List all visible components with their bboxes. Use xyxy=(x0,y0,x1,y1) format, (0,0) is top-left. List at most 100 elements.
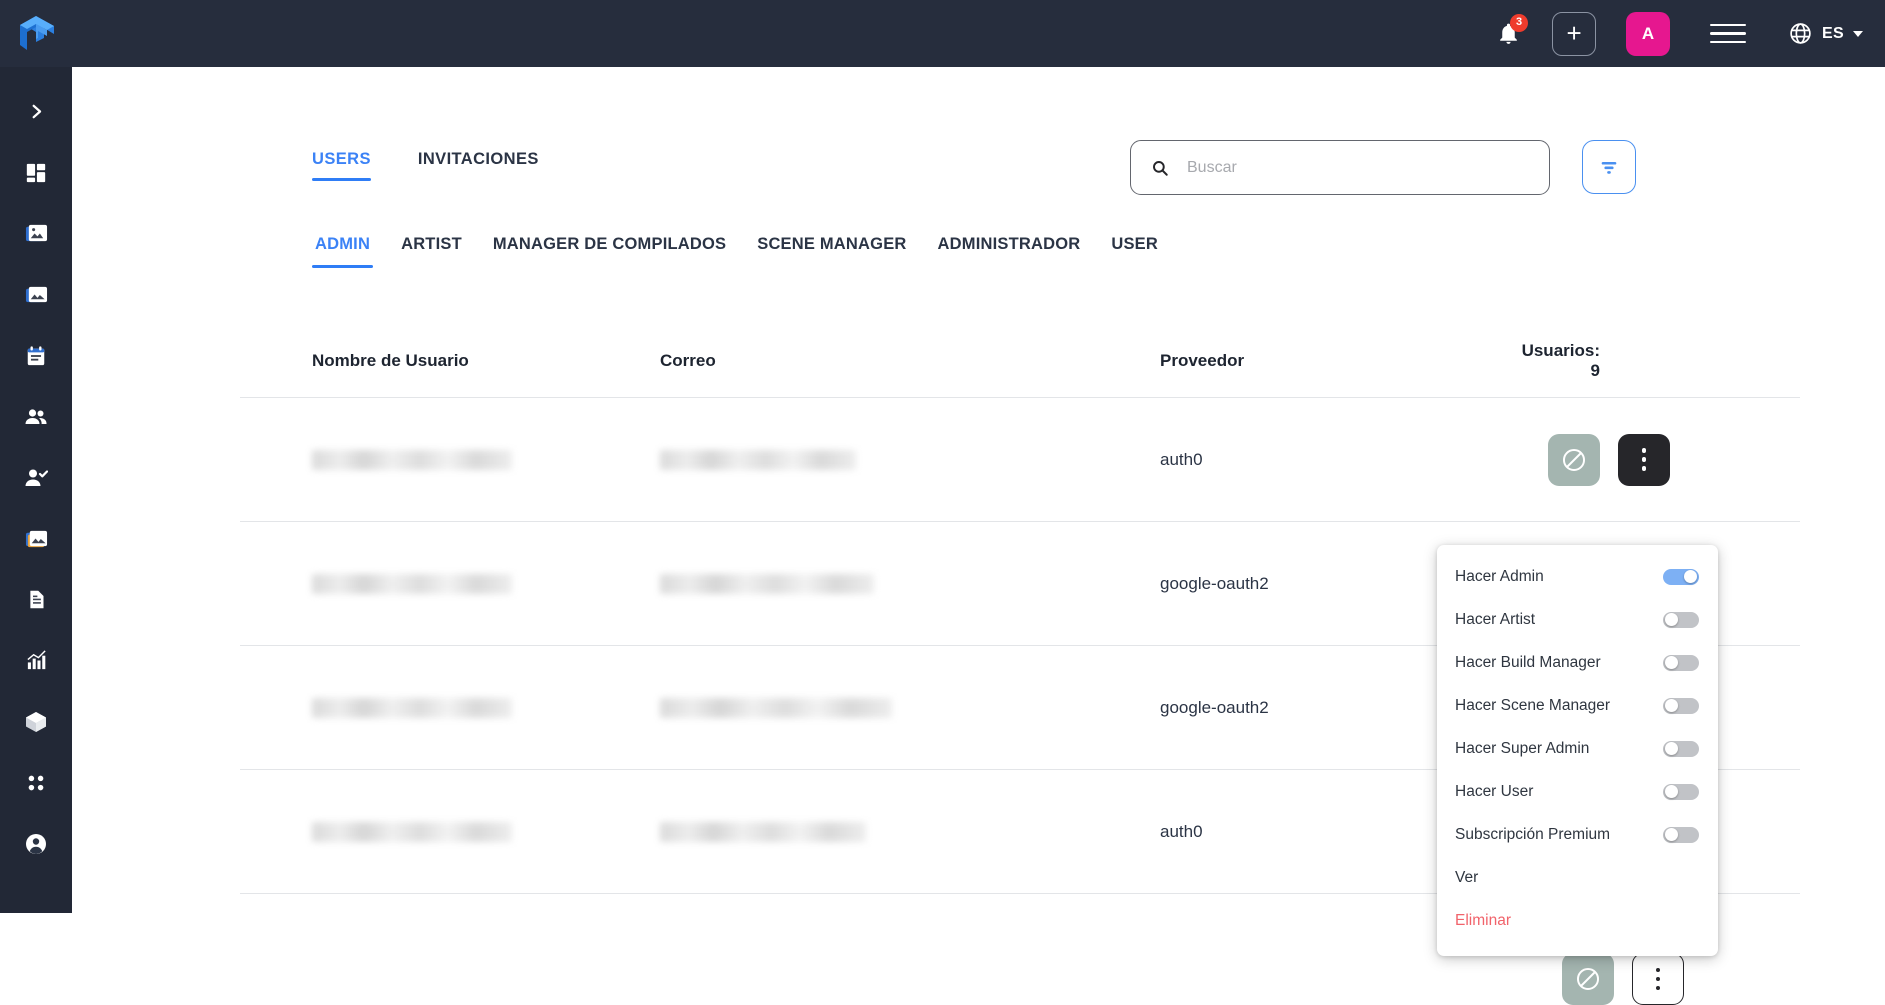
cell-email xyxy=(660,573,1160,594)
sidebar-item-account[interactable] xyxy=(0,813,72,874)
cube-3d-icon xyxy=(26,711,46,732)
cell-email xyxy=(660,449,1160,470)
sidebar-item-expand-sidebar[interactable] xyxy=(0,81,72,142)
search-box[interactable] xyxy=(1130,140,1550,195)
sidebar-item-analytics[interactable] xyxy=(0,630,72,691)
more-vertical-icon xyxy=(1655,967,1661,973)
redacted-username xyxy=(312,573,512,594)
table-row[interactable]: auth0 xyxy=(240,397,1800,521)
user-count-label: Usuarios: 9 xyxy=(1521,341,1600,380)
menu-item-label: Hacer Scene Manager xyxy=(1455,696,1611,714)
menu-item-label: Hacer User xyxy=(1455,782,1534,800)
sidebar-item-approvals[interactable] xyxy=(0,447,72,508)
toggle-hacer-artist[interactable] xyxy=(1663,611,1699,628)
redacted-username xyxy=(312,697,512,718)
page-toolbar: USERS INVITACIONES xyxy=(240,122,1800,195)
top-tabs: USERS INVITACIONES xyxy=(312,150,539,182)
bar-chart-icon xyxy=(26,650,46,670)
avatar[interactable]: A xyxy=(1626,11,1671,56)
menu-item-hacer-build-manager[interactable]: Hacer Build Manager xyxy=(1437,641,1718,684)
menu-item-hacer-admin[interactable]: Hacer Admin xyxy=(1437,555,1718,598)
row-context-menu: Hacer Admin Hacer Artist Hacer Build Man… xyxy=(1437,545,1718,956)
sidebar-item-collections[interactable] xyxy=(0,508,72,569)
sidebar-item-assets[interactable] xyxy=(0,691,72,752)
filter-button[interactable] xyxy=(1582,140,1636,194)
row-more-options-button[interactable] xyxy=(1618,433,1670,486)
tab-invitaciones[interactable]: INVITACIONES xyxy=(418,150,539,181)
role-tab-user[interactable]: USER xyxy=(1108,235,1161,268)
tab-users[interactable]: USERS xyxy=(312,150,371,182)
account-circle-icon xyxy=(26,833,46,854)
cube-logo-icon xyxy=(20,15,54,50)
menu-item-hacer-user[interactable]: Hacer User xyxy=(1437,770,1718,813)
table-header-row: Nombre de Usuario Correo Proveedor Usuar… xyxy=(240,325,1800,397)
search-icon xyxy=(1153,160,1168,176)
role-tab-administrador[interactable]: ADMINISTRADOR xyxy=(935,235,1084,268)
document-icon xyxy=(29,590,43,609)
role-tab-manager-label: MANAGER DE COMPILADOS xyxy=(492,235,727,253)
person-check-icon xyxy=(25,469,48,486)
image-folder-icon xyxy=(25,224,47,242)
plus-icon: + xyxy=(1566,18,1582,48)
redacted-email xyxy=(660,697,892,718)
redacted-email xyxy=(660,449,856,470)
ban-user-button[interactable] xyxy=(1548,433,1600,486)
row-action-buttons xyxy=(1548,433,1670,486)
menu-item-hacer-artist[interactable]: Hacer Artist xyxy=(1437,598,1718,641)
menu-item-hacer-super-admin[interactable]: Hacer Super Admin xyxy=(1437,727,1718,770)
role-tab-admin[interactable]: ADMIN xyxy=(312,235,374,269)
cell-username xyxy=(240,821,660,842)
toggle-hacer-user[interactable] xyxy=(1663,783,1699,800)
column-header-username: Nombre de Usuario xyxy=(312,351,469,370)
row-action-buttons xyxy=(1562,953,1684,1005)
toggle-hacer-admin[interactable] xyxy=(1663,568,1699,585)
toggle-subscripcion-premium[interactable] xyxy=(1663,826,1699,843)
image-layers-icon xyxy=(25,530,47,548)
row-more-options-button[interactable] xyxy=(1632,953,1684,1005)
search-input[interactable] xyxy=(1187,158,1527,177)
column-header-email: Correo xyxy=(660,351,716,370)
sidebar-item-calendar[interactable] xyxy=(0,325,72,386)
toggle-hacer-super-admin[interactable] xyxy=(1663,740,1699,757)
filter-icon xyxy=(1601,161,1617,174)
menu-item-subscripcion-premium[interactable]: Subscripción Premium xyxy=(1437,813,1718,856)
notifications-button[interactable]: 3 xyxy=(1482,8,1534,60)
dashboard-grid-icon xyxy=(26,163,46,182)
sidebar-item-media-folder[interactable] xyxy=(0,203,72,264)
hamburger-menu-icon[interactable] xyxy=(1710,19,1747,49)
role-tab-artist[interactable]: ARTIST xyxy=(398,235,465,268)
sidebar-item-dashboard[interactable] xyxy=(0,142,72,203)
redacted-email xyxy=(660,573,874,594)
sidebar-item-users[interactable] xyxy=(0,386,72,447)
top-header-bar: 3 + A ES xyxy=(0,0,1885,67)
menu-item-label: Hacer Build Manager xyxy=(1455,653,1601,671)
role-tabs: ADMIN ARTIST MANAGER DE COMPILADOS SCENE… xyxy=(312,235,1161,269)
menu-item-eliminar[interactable]: Eliminar xyxy=(1437,899,1718,942)
menu-item-label: Hacer Admin xyxy=(1455,567,1544,585)
image-stack-icon xyxy=(25,286,47,303)
sidebar-item-documents[interactable] xyxy=(0,569,72,630)
role-tab-artist-label: ARTIST xyxy=(401,235,462,253)
toggle-hacer-scene-manager[interactable] xyxy=(1663,697,1699,714)
redacted-username xyxy=(312,449,512,470)
language-selector[interactable]: ES xyxy=(1788,21,1863,46)
cell-username xyxy=(240,449,660,470)
header-actions: 3 + A ES xyxy=(1482,8,1885,60)
role-tab-manager-de-compilados[interactable]: MANAGER DE COMPILADOS xyxy=(490,235,729,268)
menu-item-label: Subscripción Premium xyxy=(1455,825,1611,843)
toggle-hacer-build-manager[interactable] xyxy=(1663,654,1699,671)
ban-user-button[interactable] xyxy=(1562,953,1614,1005)
chevron-down-icon xyxy=(1853,30,1863,37)
role-tab-scene-manager[interactable]: SCENE MANAGER xyxy=(754,235,909,268)
role-tab-administrador-label: ADMINISTRADOR xyxy=(937,235,1081,253)
app-logo[interactable] xyxy=(0,12,72,56)
main-content: USERS INVITACIONES ADMIN ARTIST xyxy=(72,67,1885,1005)
role-tab-user-label: USER xyxy=(1111,235,1159,253)
add-button[interactable]: + xyxy=(1552,11,1597,56)
menu-item-ver[interactable]: Ver xyxy=(1437,856,1718,899)
menu-item-hacer-scene-manager[interactable]: Hacer Scene Manager xyxy=(1437,684,1718,727)
redacted-username xyxy=(312,821,512,842)
sidebar-item-gallery[interactable] xyxy=(0,264,72,325)
people-group-icon xyxy=(25,408,47,424)
sidebar-item-apps[interactable] xyxy=(0,752,72,813)
